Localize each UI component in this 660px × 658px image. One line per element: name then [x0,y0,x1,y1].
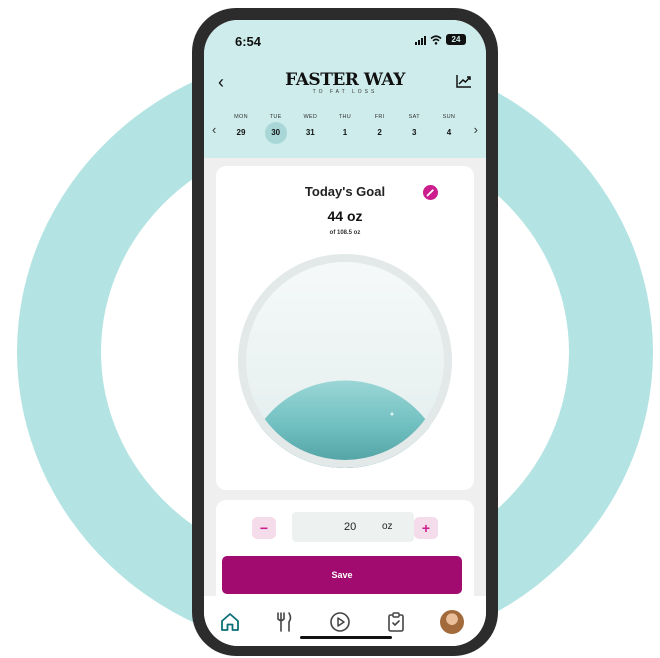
day-date: 4 [446,128,452,137]
entry-card: − 20 oz + Save [216,500,474,602]
pencil-icon [426,189,434,197]
day-name: SAT [408,114,420,120]
trend-chart-icon[interactable] [456,74,472,88]
home-indicator [300,636,392,639]
decrease-button[interactable]: − [252,517,276,539]
day-item[interactable]: WED 31 [295,112,325,144]
amount-input[interactable]: 20 oz [292,512,414,542]
status-icons: 24 [415,34,466,45]
edit-goal-button[interactable] [423,185,438,200]
week-selector: ‹ MON 29 TUE 30 WED 31 THU 1 FRI 2 SAT 3 SUN 4 › [204,112,486,152]
phone-frame: 6:54 24 ‹ FASTER WAY TO FAT LOSS ‹ MON 2… [192,8,498,656]
day-date-selected: 30 [264,122,287,144]
day-name: SUN [442,114,456,120]
fork-knife-icon[interactable] [272,610,296,634]
next-week-button[interactable]: › [474,122,478,137]
day-list: MON 29 TUE 30 WED 31 THU 1 FRI 2 SAT 3 SUN 4 [226,112,464,144]
day-name: THU [338,114,352,120]
goal-card: Today's Goal 44 oz of 108.5 oz [216,166,474,490]
save-button[interactable]: Save [222,556,462,594]
logo-subtext: TO FAT LOSS [312,89,378,95]
day-name: TUE [269,114,282,120]
day-item[interactable]: SAT 3 [399,112,429,144]
increase-button[interactable]: + [414,517,438,539]
day-item[interactable]: FRI 2 [365,112,395,144]
day-item[interactable]: MON 29 [226,112,256,144]
status-time: 6:54 [235,34,262,49]
prev-week-button[interactable]: ‹ [212,122,216,137]
battery-icon: 24 [446,34,466,45]
day-item[interactable]: SUN 4 [434,112,464,144]
goal-total: of 108.5 oz [329,230,361,236]
play-icon[interactable] [328,610,352,634]
day-name: WED [303,114,318,120]
wifi-icon [430,34,442,45]
day-date: 29 [236,128,246,137]
day-name: MON [234,114,248,120]
amount-value: 20 [344,521,357,533]
logo: FASTER WAY TO FAT LOSS [204,70,486,95]
day-date: 2 [377,128,382,137]
home-icon[interactable] [218,610,242,634]
day-date: 31 [305,128,315,137]
signal-icon [415,35,426,45]
day-item[interactable]: THU 1 [330,112,360,144]
day-name: FRI [374,114,385,120]
goal-amount: 44 oz [327,208,363,224]
amount-unit: oz [382,521,393,532]
header-area: 6:54 24 ‹ FASTER WAY TO FAT LOSS ‹ MON 2… [204,20,486,158]
water-level-indicator [238,254,452,468]
avatar[interactable] [440,610,464,634]
day-date: 1 [342,128,348,137]
app-screen: 6:54 24 ‹ FASTER WAY TO FAT LOSS ‹ MON 2… [204,20,486,646]
day-date: 3 [412,128,417,137]
clipboard-check-icon[interactable] [384,610,408,634]
day-item[interactable]: TUE 30 [261,112,291,144]
logo-text: FASTER WAY [285,70,405,90]
